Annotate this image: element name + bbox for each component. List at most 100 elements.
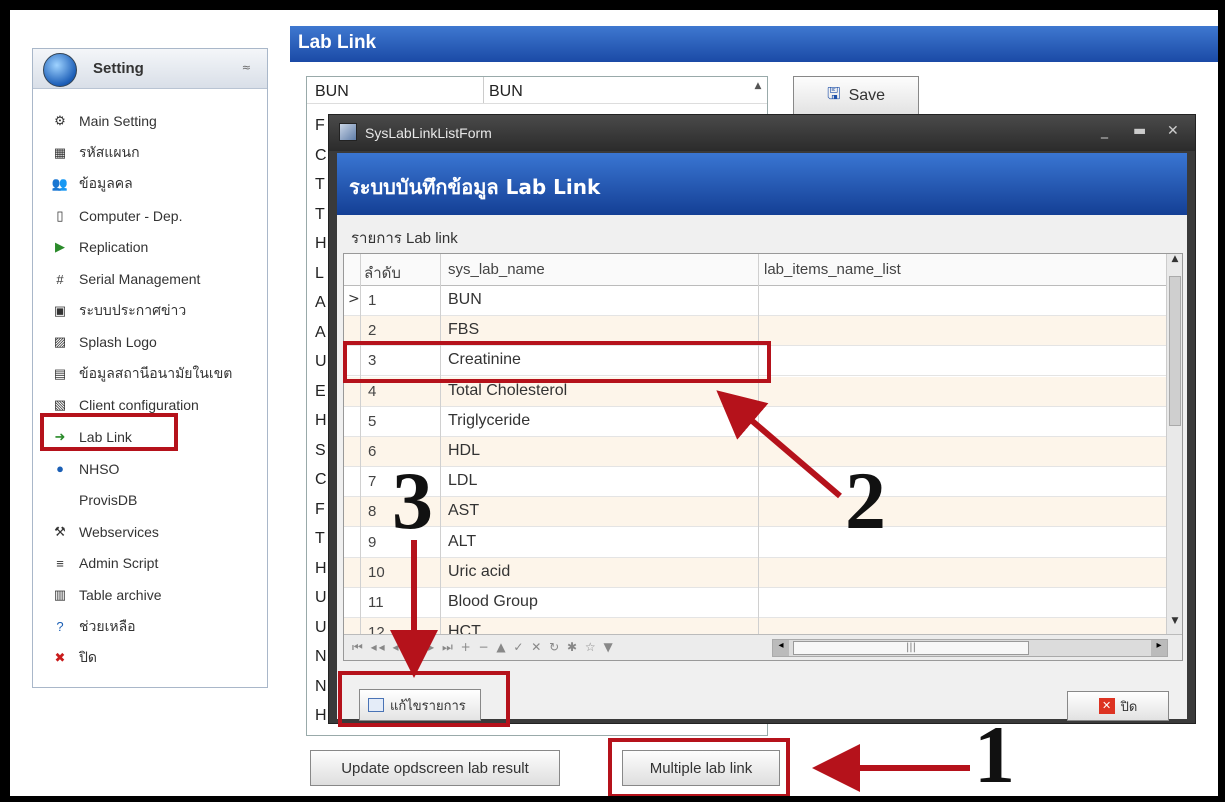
table-row[interactable]: 11 Blood Group <box>344 588 1166 618</box>
cell-no: 9 <box>368 533 377 551</box>
sidebar-item-label: Admin Script <box>79 555 159 572</box>
sidebar-item[interactable]: ▦ รหัสแผนก <box>51 139 261 167</box>
sidebar-item[interactable]: # Serial Management <box>51 265 261 293</box>
sidebar-item[interactable]: ▯ Computer - Dep. <box>51 202 261 230</box>
table-row[interactable]: 9 ALT <box>344 527 1166 558</box>
cell-sys-lab-name: BUN <box>448 291 482 308</box>
list-row-letter[interactable]: U <box>315 589 327 607</box>
sidebar-item[interactable]: ≡ Admin Script <box>51 549 261 577</box>
sidebar-item[interactable]: ▨ Splash Logo <box>51 328 261 356</box>
window-title: SysLabLinkListForm <box>365 125 492 141</box>
list-row-letter[interactable]: C <box>315 147 327 165</box>
list-row-letter[interactable]: H <box>315 707 327 725</box>
list-scroll-up-icon[interactable]: ▲ <box>751 81 765 101</box>
column-header-lab-items-name-list[interactable]: lab_items_name_list <box>764 261 901 278</box>
sidebar-item-label: Replication <box>79 239 149 256</box>
grid-col-line <box>440 254 441 634</box>
sidebar-item-label: Computer - Dep. <box>79 207 183 224</box>
sidebar-item[interactable]: ▶ Replication <box>51 233 261 261</box>
scroll-down-icon[interactable]: ▼ <box>1167 616 1182 632</box>
table-row[interactable]: >1 BUN <box>344 286 1166 316</box>
list-row-letter[interactable]: U <box>315 353 327 371</box>
sidebar-item[interactable]: ProvisDB <box>51 486 261 514</box>
sidebar-item-label: ข้อมูลสถานีอนามัยในเขต <box>79 364 233 381</box>
minimize-icon[interactable]: _ <box>1101 123 1108 139</box>
list-row-letter[interactable]: U <box>315 619 327 637</box>
list-column-divider <box>483 77 484 103</box>
table-row[interactable]: 5 Triglyceride <box>344 406 1166 437</box>
lab-link-grid[interactable]: ลำดับ sys_lab_name lab_items_name_list >… <box>343 253 1183 661</box>
column-header-no[interactable]: ลำดับ <box>364 261 401 285</box>
list-row-letter[interactable]: A <box>315 324 326 342</box>
sidebar-item[interactable]: ⚒ Webservices <box>51 518 261 546</box>
column-header-sys-lab-name[interactable]: sys_lab_name <box>448 261 545 278</box>
sidebar-item[interactable]: ✖ ปิด <box>51 644 261 672</box>
table-row[interactable]: 8 AST <box>344 497 1166 528</box>
sidebar-title: Setting <box>93 60 144 77</box>
hscroll-thumb[interactable]: ||| <box>793 641 1029 655</box>
blank-icon <box>51 491 69 509</box>
close-window-icon[interactable]: ✕ <box>1167 123 1179 139</box>
scroll-thumb[interactable] <box>1169 276 1181 426</box>
save-label: Save <box>848 87 886 104</box>
sidebar-item-label: Splash Logo <box>79 334 157 351</box>
cell-sys-lab-name: LDL <box>448 472 478 490</box>
list-row-letter[interactable]: E <box>315 383 326 401</box>
sidebar-header[interactable]: Setting ≈ <box>33 49 267 89</box>
main-title: Lab Link <box>298 32 377 53</box>
window-body: ระบบบันทึกข้อมูล Lab Link รายการ Lab lin… <box>337 153 1187 721</box>
scroll-right-icon[interactable]: ▸ <box>1151 640 1167 656</box>
save-button[interactable]: 🖫 Save <box>793 76 919 116</box>
sidebar-item[interactable]: ⚙ Main Setting <box>51 107 261 135</box>
list-row-letter[interactable]: N <box>315 678 327 696</box>
setting-sidebar: Setting ≈ ⚙ Main Setting ▦ รหัสแผนก 👥 ข้อมูลค… <box>32 48 268 688</box>
grid-vertical-scrollbar[interactable]: ▲ ▼ <box>1166 254 1182 634</box>
floppy-disk-icon: 🖫 <box>826 85 841 103</box>
list-row-letter[interactable]: H <box>315 235 327 253</box>
sidebar-item[interactable]: ▤ ข้อมูลสถานีอนามัยในเขต <box>51 360 261 388</box>
list-row-letter[interactable]: H <box>315 560 327 578</box>
list-row-divider <box>307 103 767 104</box>
list-row-letter[interactable]: L <box>315 265 324 283</box>
window-titlebar[interactable]: SysLabLinkListForm _ ▬ ✕ <box>329 115 1195 151</box>
annotation-number-three: 3 <box>392 455 433 546</box>
list-row-letter[interactable]: S <box>315 442 326 460</box>
list-row-letter[interactable]: T <box>315 206 325 224</box>
list-row-letter[interactable]: A <box>315 294 326 312</box>
scroll-left-icon[interactable]: ◂ <box>773 640 789 656</box>
grid-horizontal-scrollbar[interactable]: ◂ ||| ▸ <box>772 639 1168 657</box>
navigator-icons[interactable]: ⏮ ◂◂ ◂ ▸ ▸▸ ⏭ + − ▲ ✓ ✕ ↻ ✱ ☆ ▼ <box>352 640 615 655</box>
sidebar-item-label: ช่วยเหลือ <box>79 617 136 634</box>
list-row-letter[interactable]: F <box>315 501 325 519</box>
sidebar-item[interactable]: 👥 ข้อมูลคล <box>51 170 261 198</box>
scroll-up-icon[interactable]: ▲ <box>1167 254 1182 270</box>
sidebar-item[interactable]: ▥ Table archive <box>51 581 261 609</box>
form-heading: ระบบบันทึกข้อมูล Lab Link <box>349 175 601 199</box>
list-row-letter[interactable]: T <box>315 176 325 194</box>
edit-button-highlight-box <box>338 671 510 727</box>
sidebar-item[interactable]: ? ช่วยเหลือ <box>51 613 261 641</box>
table-row[interactable]: 6 HDL <box>344 437 1166 467</box>
sidebar-item[interactable]: ▣ ระบบประกาศข่าว <box>51 297 261 325</box>
table-row[interactable]: 10 Uric acid <box>344 557 1166 588</box>
list-row-letter[interactable]: C <box>315 471 327 489</box>
sidebar-item-label: Main Setting <box>79 113 157 129</box>
grid-navigator: ⏮ ◂◂ ◂ ▸ ▸▸ ⏭ + − ▲ ✓ ✕ ↻ ✱ ☆ ▼ ◂ ||| ▸ <box>344 634 1182 660</box>
sidebar-item[interactable]: ● NHSO <box>51 455 261 483</box>
close-button[interactable]: ✕ ปิด <box>1067 691 1169 721</box>
play-arrow-icon: ▶ <box>55 239 65 255</box>
table-row[interactable]: 7 LDL <box>344 467 1166 498</box>
maximize-icon[interactable]: ▬ <box>1133 123 1146 139</box>
archive-icon: ▥ <box>53 587 67 602</box>
screenshot-frame: Setting ≈ ⚙ Main Setting ▦ รหัสแผนก 👥 ข้อมูลค… <box>10 10 1218 796</box>
cell-no: 6 <box>368 443 377 460</box>
cell-no: 1 <box>368 292 377 309</box>
collapse-chevron-icon[interactable]: ≈ <box>242 61 251 74</box>
sidebar-item-label: Webservices <box>79 523 159 540</box>
list-row-letter[interactable]: H <box>315 412 327 430</box>
update-opdscreen-button[interactable]: Update opdscreen lab result <box>310 750 560 786</box>
list-row-letter[interactable]: N <box>315 648 327 666</box>
list-row-letter[interactable]: F <box>315 117 325 135</box>
list-row-letter[interactable]: T <box>315 530 325 548</box>
form-header: ระบบบันทึกข้อมูล Lab Link <box>337 153 1187 215</box>
